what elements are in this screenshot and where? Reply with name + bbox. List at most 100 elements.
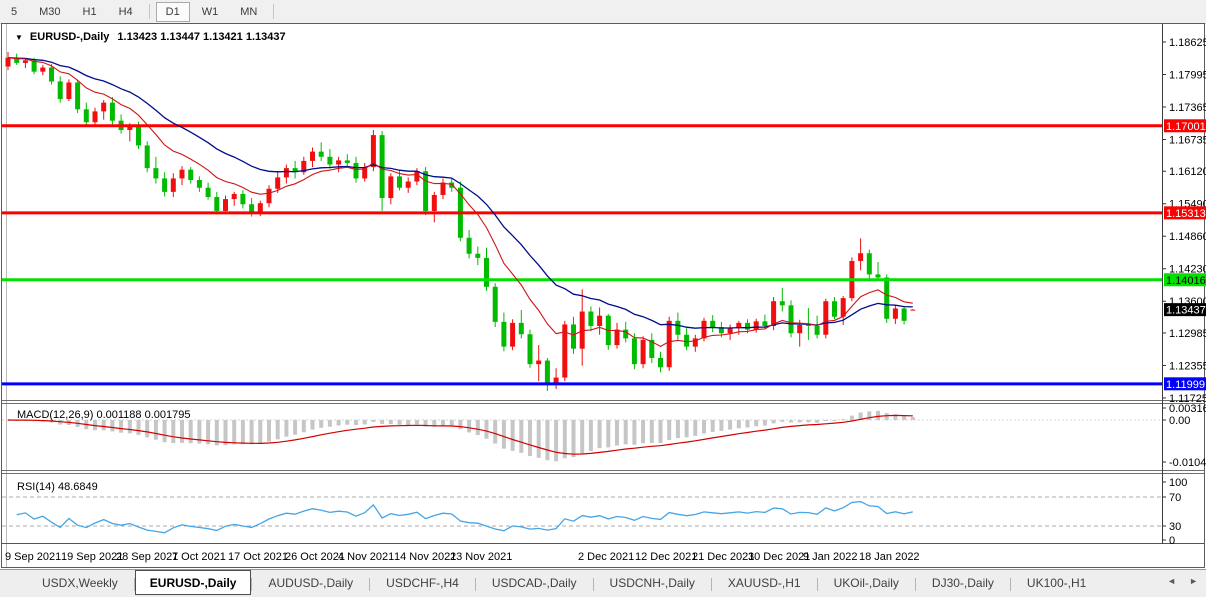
timeframe-button-h4[interactable]: H4 (109, 2, 143, 22)
macd-histogram-bar (163, 420, 167, 442)
macd-histogram-bar (406, 420, 410, 425)
chart-window-frame (2, 24, 1205, 568)
candle-body (754, 321, 759, 329)
macd-histogram-bar (719, 420, 723, 431)
candle-body (510, 323, 515, 347)
chart-tab-uk100-h1[interactable]: UK100-,H1 (1011, 573, 1102, 594)
macd-histogram-bar (632, 420, 636, 445)
tab-scroll-right-icon[interactable]: ► (1189, 576, 1198, 586)
macd-histogram-bar (128, 420, 132, 433)
candle-body (188, 170, 193, 180)
y-axis-label: 1.14860 (1169, 231, 1206, 243)
macd-histogram-bar (911, 417, 915, 420)
timeframe-button-m30[interactable]: M30 (29, 2, 70, 22)
chart-canvas[interactable]: 1.186251.179951.173651.167351.161201.154… (0, 23, 1206, 569)
chart-tab-audusd-daily[interactable]: AUDUSD-,Daily (252, 573, 369, 594)
candle-body (702, 321, 707, 339)
candle-body (815, 326, 820, 335)
macd-histogram-bar (824, 420, 828, 421)
chart-tab-ukoil-daily[interactable]: UKOil-,Daily (818, 573, 915, 594)
chart-tab-dj30-daily[interactable]: DJ30-,Daily (916, 573, 1010, 594)
rsi-indicator-label: RSI(14) 48.6849 (17, 481, 98, 493)
candle-body (597, 316, 602, 326)
macd-histogram-bar (528, 420, 532, 456)
candle-body (432, 195, 437, 211)
collapse-triangle-icon[interactable]: ▼ (15, 33, 23, 42)
macd-histogram-bar (746, 420, 750, 427)
timeframe-button-mn[interactable]: MN (230, 2, 267, 22)
toolbar-separator (273, 4, 274, 19)
candle-body (832, 301, 837, 316)
chart-title: ▼ EURUSD-,Daily 1.13423 1.13447 1.13421 … (15, 31, 286, 43)
chart-tab-usdcad-daily[interactable]: USDCAD-,Daily (476, 573, 593, 594)
chart-tab-usdcnh-daily[interactable]: USDCNH-,Daily (594, 573, 711, 594)
x-axis-date-label: 2 Dec 2021 (578, 551, 634, 563)
y-axis-label: 1.16120 (1169, 166, 1206, 178)
macd-histogram-bar (337, 420, 341, 426)
candle-body (171, 178, 176, 191)
chart-tab-usdchf-h4[interactable]: USDCHF-,H4 (370, 573, 475, 594)
price-badge-label: 1.13437 (1166, 305, 1206, 317)
macd-histogram-bar (345, 420, 349, 425)
candle-body (162, 178, 167, 191)
x-axis-date-label: 23 Nov 2021 (450, 551, 512, 563)
macd-histogram-bar (250, 420, 254, 444)
tab-scroll-left-icon[interactable]: ◄ (1167, 576, 1176, 586)
candle-body (789, 305, 794, 333)
macd-histogram-bar (371, 420, 375, 422)
candle-body (336, 160, 341, 164)
candle-body (345, 160, 350, 163)
macd-histogram-bar (554, 420, 558, 461)
macd-histogram-bar (224, 420, 228, 445)
y-axis-label: 1.12985 (1169, 328, 1206, 340)
macd-histogram-bar (232, 420, 236, 444)
macd-histogram-bar (450, 420, 454, 426)
macd-histogram-bar (119, 420, 123, 433)
candle-body (240, 194, 245, 204)
timeframe-button-h1[interactable]: H1 (73, 2, 107, 22)
macd-histogram-bar (902, 416, 906, 420)
timeframe-button-5[interactable]: 5 (1, 2, 27, 22)
toolbar-separator (149, 4, 150, 19)
candle-body (771, 301, 776, 326)
price-badge-label: 1.14016 (1166, 275, 1206, 287)
macd-histogram-bar (311, 420, 315, 430)
candle-body (145, 145, 150, 168)
macd-histogram-bar (267, 420, 271, 442)
macd-histogram-bar (737, 420, 741, 428)
macd-histogram-bar (476, 420, 480, 435)
macd-histogram-bar (276, 420, 280, 439)
macd-histogram-bar (702, 420, 706, 434)
candle-body (710, 321, 715, 327)
candle-body (484, 258, 489, 287)
timeframe-button-d1[interactable]: D1 (156, 2, 190, 22)
x-axis-date-label: 26 Oct 2021 (285, 551, 345, 563)
candle-body (66, 82, 71, 99)
chart-tab-xauusd-h1[interactable]: XAUUSD-,H1 (712, 573, 817, 594)
macd-histogram-bar (180, 420, 184, 443)
candle-body (493, 287, 498, 322)
macd-histogram-bar (615, 420, 619, 446)
chart-tab-eurusd-daily[interactable]: EURUSD-,Daily (135, 570, 252, 595)
macd-histogram-bar (511, 420, 515, 451)
macd-histogram-bar (154, 420, 158, 440)
candle-body (902, 308, 907, 320)
chart-tab-usdx-weekly[interactable]: USDX,Weekly (26, 573, 134, 594)
macd-histogram-bar (667, 420, 671, 440)
x-axis-date-label: 12 Dec 2021 (635, 551, 697, 563)
candle-body (6, 58, 11, 67)
x-axis-date-label: 30 Dec 2021 (748, 551, 810, 563)
macd-histogram-bar (772, 420, 776, 423)
macd-histogram-bar (502, 420, 506, 449)
macd-histogram-bar (137, 420, 141, 435)
macd-histogram-bar (110, 420, 114, 431)
macd-axis-label: -0.01043 (1169, 457, 1206, 469)
macd-histogram-bar (806, 420, 810, 422)
macd-axis-label: 0.003165 (1169, 403, 1206, 415)
timeframe-button-w1[interactable]: W1 (192, 2, 229, 22)
timeframe-toolbar: 5M30H1H4 D1W1MN (0, 0, 1206, 24)
candle-body (762, 321, 767, 326)
macd-histogram-bar (171, 420, 175, 443)
macd-histogram-bar (545, 420, 549, 460)
y-axis-label: 1.17995 (1169, 69, 1206, 81)
